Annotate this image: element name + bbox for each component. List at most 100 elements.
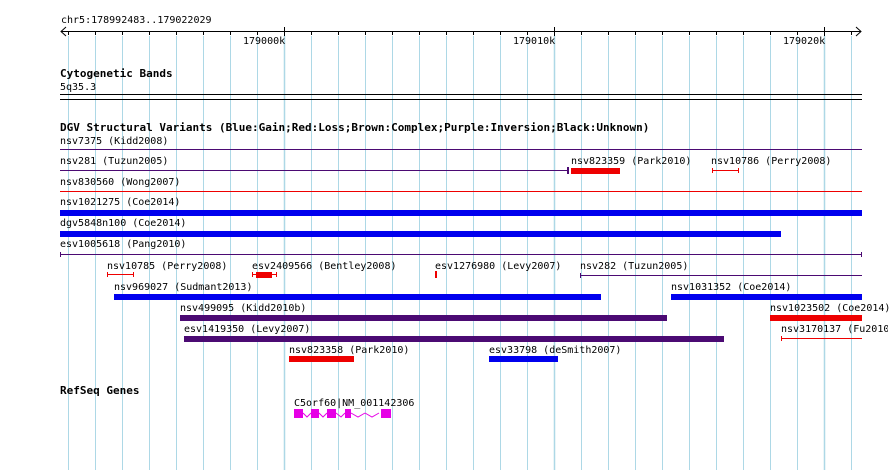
variant-feature[interactable]: [712, 170, 739, 171]
variant-feature[interactable]: [60, 149, 862, 150]
ruler-minor-tick: [149, 31, 150, 35]
gene-exon: [381, 409, 391, 418]
variant-cap: [580, 273, 581, 278]
ruler-tick-label: 179020k: [783, 36, 826, 47]
ruler-tick-label: 179000k: [243, 36, 286, 47]
ruler-minor-tick: [851, 31, 852, 35]
cytoband-line-top[interactable]: [60, 94, 862, 95]
track-title-dgv: DGV Structural Variants (Blue:Gain;Red:L…: [60, 121, 650, 134]
ruler-minor-tick: [230, 31, 231, 35]
variant-feature[interactable]: [60, 210, 862, 216]
variant-feature[interactable]: [289, 356, 354, 362]
variant-feature[interactable]: [435, 271, 437, 278]
variant-label: nsv7375 (Kidd2008): [60, 136, 169, 147]
variant-cap: [712, 168, 713, 173]
variant-label: esv1005618 (Pang2010): [60, 239, 187, 250]
ruler-minor-tick: [527, 31, 528, 35]
gene-intron: [302, 412, 312, 418]
cytoband-label: 5q35.3: [60, 82, 97, 93]
variant-label: nsv1021275 (Coe2014): [60, 197, 181, 208]
variant-label: esv33798 (deSmith2007): [489, 345, 622, 356]
ruler-minor-tick: [662, 31, 663, 35]
ruler-minor-tick: [635, 31, 636, 35]
ruler-axis[interactable]: [61, 31, 861, 32]
ruler-tick-label: 179010k: [513, 36, 556, 47]
gene-exon: [294, 409, 303, 418]
ruler-minor-tick: [716, 31, 717, 35]
gene-intron: [318, 412, 328, 418]
variant-label: esv1276980 (Levy2007): [435, 261, 562, 272]
ruler-minor-tick: [122, 31, 123, 35]
ruler-minor-tick: [365, 31, 366, 35]
variant-feature[interactable]: [184, 336, 724, 342]
ruler-minor-tick: [446, 31, 447, 35]
track-title-cytobands: Cytogenetic Bands: [60, 67, 173, 80]
variant-label: nsv281 (Tuzun2005): [60, 156, 169, 167]
variant-label: dgv5848n100 (Coe2014): [60, 218, 187, 229]
variant-feature[interactable]: [114, 294, 601, 300]
variant-label: nsv282 (Tuzun2005): [580, 261, 689, 272]
variant-feature[interactable]: [571, 168, 620, 174]
cytoband-line-bottom[interactable]: [60, 99, 862, 100]
ruler-minor-tick: [608, 31, 609, 35]
variant-label: esv1419350 (Levy2007): [184, 324, 311, 335]
variant-feature-end[interactable]: [567, 167, 569, 174]
ruler-minor-tick: [95, 31, 96, 35]
variant-label: nsv10785 (Perry2008): [107, 261, 228, 272]
variant-feature[interactable]: [180, 315, 667, 321]
variant-cap: [861, 252, 862, 257]
variant-label: nsv10786 (Perry2008): [711, 156, 832, 167]
ruler-minor-tick: [473, 31, 474, 35]
gene-exon: [345, 409, 351, 418]
variant-label: nsv830560 (Wong2007): [60, 177, 181, 188]
genome-browser: chr5:178992483..179022029 179000k 179010k…: [0, 0, 890, 470]
variant-feature[interactable]: [489, 356, 558, 362]
variant-cap: [276, 272, 277, 277]
ruler-minor-tick: [68, 31, 69, 35]
variant-feature[interactable]: [60, 231, 781, 237]
variant-cap: [738, 168, 739, 173]
ruler-major-tick: [554, 27, 555, 36]
gene-intron: [350, 412, 366, 418]
track-title-refseq: RefSeq Genes: [60, 384, 140, 397]
variant-feature-core[interactable]: [256, 272, 272, 278]
variant-feature[interactable]: [60, 170, 568, 171]
gene-intron: [335, 412, 346, 418]
variant-label: nsv1023502 (Coe2014): [770, 303, 890, 314]
ruler-minor-tick: [338, 31, 339, 35]
variant-feature[interactable]: [781, 338, 862, 339]
gene-model-c5orf60[interactable]: [292, 406, 394, 420]
ruler-location: chr5:178992483..179022029: [61, 15, 212, 26]
variant-feature[interactable]: [60, 191, 862, 192]
ruler-minor-tick: [770, 31, 771, 35]
variant-feature[interactable]: [60, 254, 862, 255]
gene-exon: [311, 409, 319, 418]
variant-cap: [781, 336, 782, 341]
ruler-minor-tick: [392, 31, 393, 35]
variant-cap: [107, 272, 108, 277]
ruler-minor-tick: [257, 31, 258, 35]
ruler-minor-tick: [203, 31, 204, 35]
ruler-minor-tick: [176, 31, 177, 35]
variant-cap: [252, 272, 253, 277]
variant-feature[interactable]: [770, 315, 862, 321]
variant-feature[interactable]: [107, 274, 134, 275]
variant-label: esv2409566 (Bentley2008): [252, 261, 397, 272]
variant-label: nsv969027 (Sudmant2013): [114, 282, 253, 293]
variant-feature[interactable]: [671, 294, 862, 300]
ruler-minor-tick: [743, 31, 744, 35]
ruler-minor-tick: [311, 31, 312, 35]
ruler-major-tick: [284, 27, 285, 36]
ruler-minor-tick: [797, 31, 798, 35]
variant-label: nsv823358 (Park2010): [289, 345, 410, 356]
ruler-minor-tick: [581, 31, 582, 35]
gene-exon: [327, 409, 336, 418]
ruler-minor-tick: [689, 31, 690, 35]
variant-feature[interactable]: [580, 275, 862, 276]
variant-label: nsv1031352 (Coe2014): [671, 282, 792, 293]
variant-label: nsv3170137 (Fu2010): [781, 324, 888, 335]
variant-cap: [133, 272, 134, 277]
ruler-minor-tick: [500, 31, 501, 35]
ruler-minor-tick: [419, 31, 420, 35]
variant-cap: [60, 252, 61, 257]
